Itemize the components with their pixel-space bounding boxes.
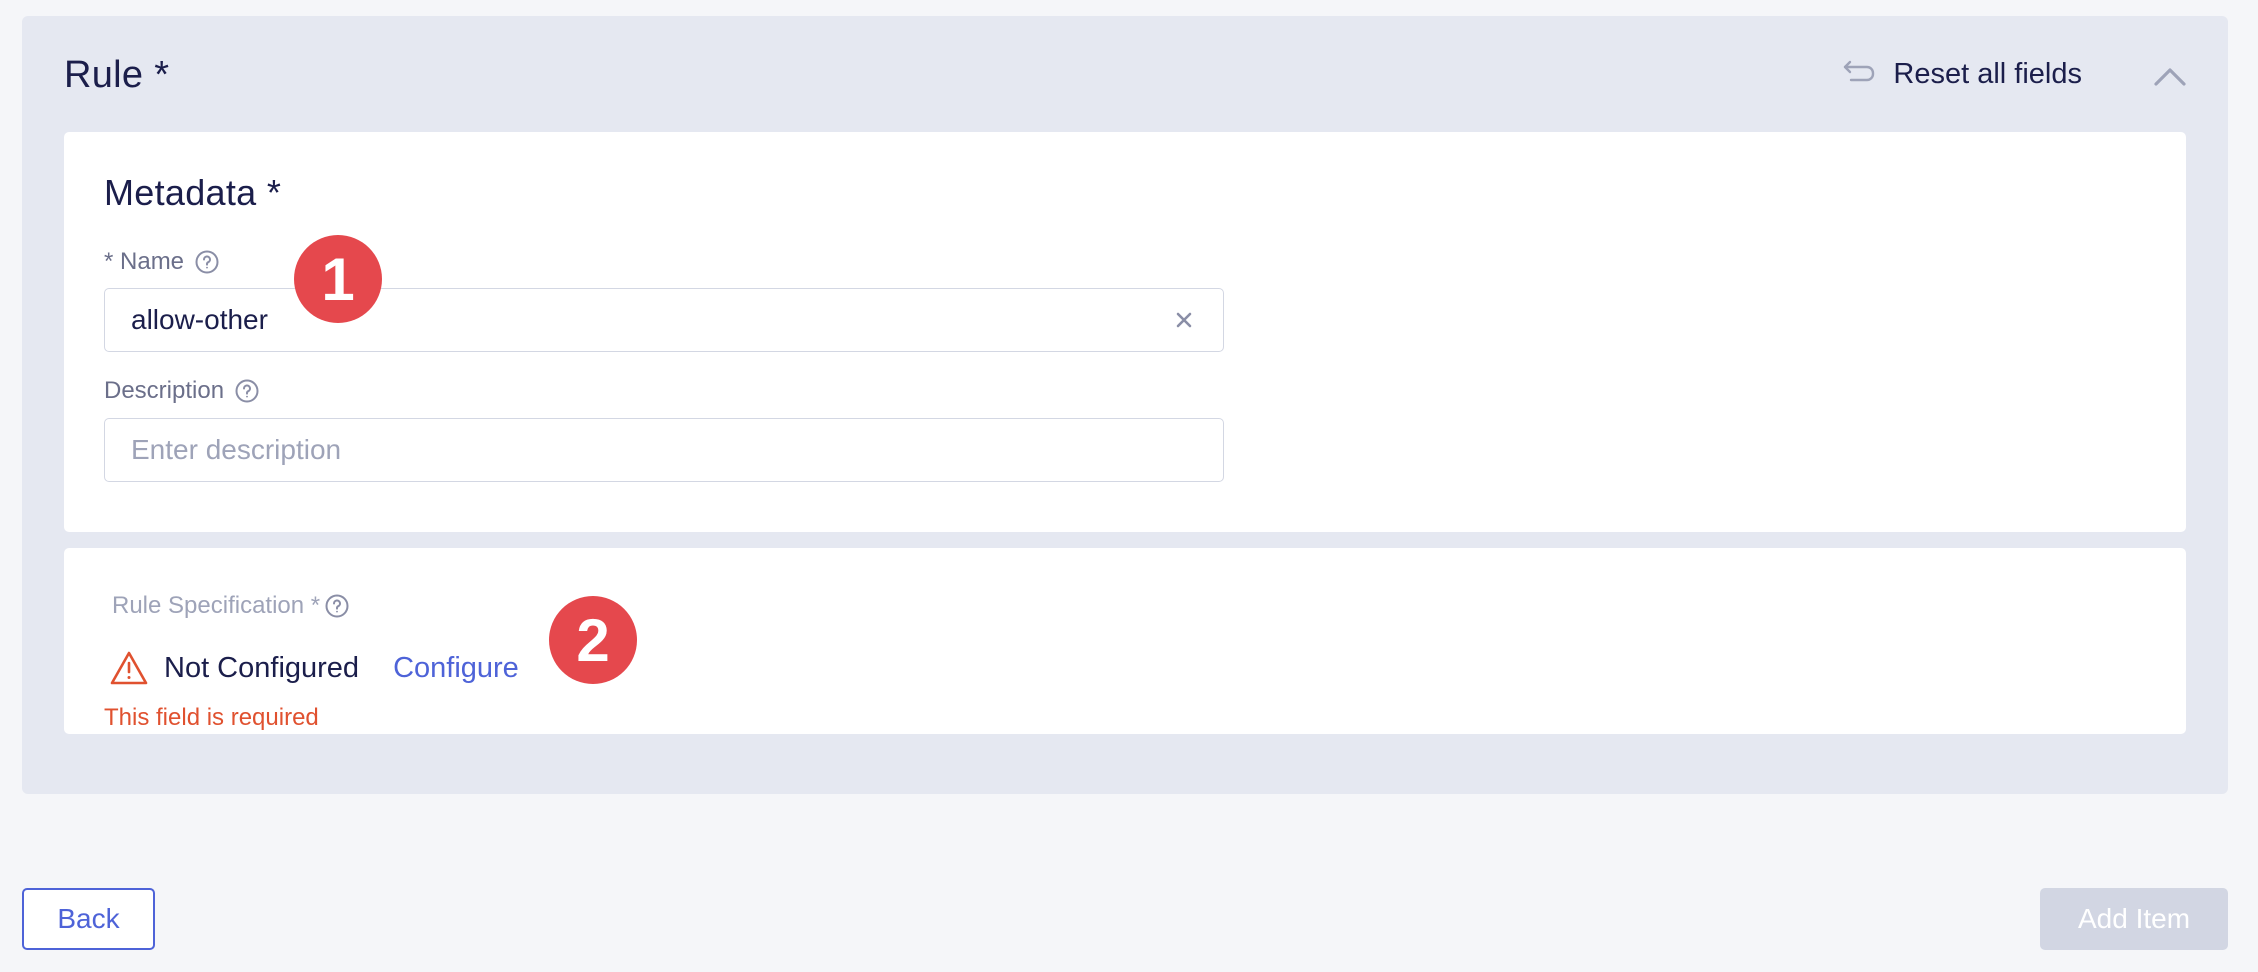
metadata-card: Metadata * * Name allow-other Descriptio…: [64, 132, 2186, 532]
metadata-title: Metadata *: [104, 172, 281, 214]
reset-all-fields-button[interactable]: Reset all fields: [1841, 56, 2082, 92]
name-field-label: * Name: [104, 248, 220, 276]
metadata-title-text: Metadata: [104, 172, 257, 213]
rule-spec-status: Not Configured: [164, 651, 360, 684]
reset-arrow-icon: [1844, 60, 1875, 82]
annotation-badge-1: 1: [294, 235, 382, 323]
rule-title-text: Rule: [64, 54, 144, 96]
clear-icon[interactable]: [1171, 307, 1197, 333]
description-field-label: Description: [104, 377, 260, 405]
name-input[interactable]: allow-other: [104, 288, 1224, 352]
rule-spec-label-text: Rule Specification *: [112, 592, 321, 619]
description-label-text: Description: [104, 377, 225, 404]
chevron-up-icon[interactable]: [2150, 58, 2190, 94]
warning-icon: [110, 651, 148, 685]
rule-required-marker: *: [154, 54, 170, 96]
rule-spec-label: Rule Specification *: [112, 592, 350, 620]
help-icon[interactable]: [194, 249, 220, 275]
help-icon[interactable]: [324, 593, 350, 619]
description-placeholder: Enter description: [131, 434, 342, 465]
help-icon[interactable]: [234, 378, 260, 404]
name-label-text: * Name: [104, 248, 185, 275]
reset-all-fields-label: Reset all fields: [1893, 57, 2082, 90]
metadata-required-marker: *: [266, 172, 282, 213]
rule-panel: Rule * Reset all fields Metadata * * Nam…: [22, 16, 2228, 794]
annotation-badge-2: 2: [549, 596, 637, 684]
rule-spec-card: Rule Specification * Not Configured Conf…: [64, 548, 2186, 734]
add-item-button[interactable]: Add Item: [2040, 888, 2228, 950]
configure-link[interactable]: Configure: [393, 652, 519, 685]
rule-spec-error: This field is required: [104, 704, 319, 731]
description-input[interactable]: Enter description: [104, 418, 1224, 482]
back-button[interactable]: Back: [22, 888, 155, 950]
name-input-value[interactable]: allow-other: [131, 304, 1171, 336]
rule-spec-status-row: Not Configured Configure: [110, 650, 519, 686]
rule-title: Rule *: [64, 54, 169, 97]
